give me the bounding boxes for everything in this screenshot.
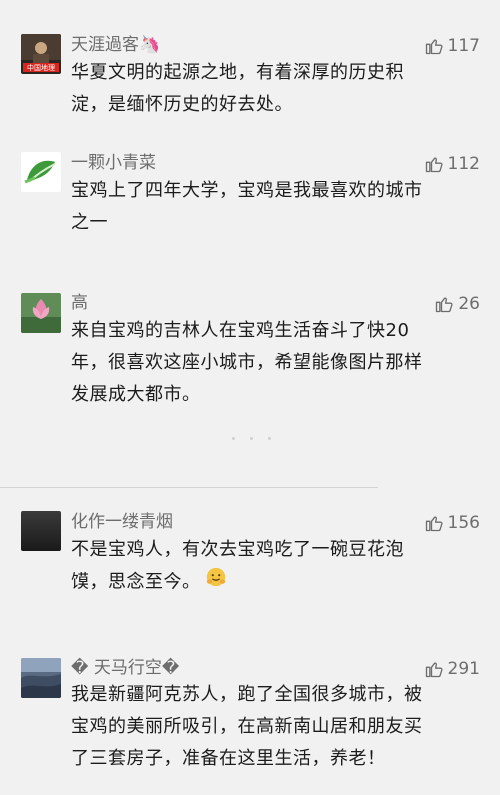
hugging-face-emoji <box>205 566 227 599</box>
comment-text: 来自宝鸡的吉林人在宝鸡生活奋斗了快20 年，很喜欢这座小城市，希望能像图片那样 … <box>71 315 478 411</box>
like-count: 26 <box>458 294 480 314</box>
like-button[interactable]: 291 <box>424 659 480 679</box>
comment-line: 宝鸡的美丽所吸引，在高新南山居和朋友买 <box>71 716 423 737</box>
avatar[interactable] <box>21 293 61 333</box>
comment-line: 年，很喜欢这座小城市，希望能像图片那样 <box>71 352 423 373</box>
separator-dots <box>0 437 500 441</box>
thumbs-up-icon <box>424 154 444 174</box>
thumbs-up-icon <box>434 294 454 314</box>
avatar[interactable] <box>21 152 61 192</box>
comment-text: 华夏文明的起源之地，有着深厚的历史积 淀，是缅怀历史的好去处。 <box>71 57 478 121</box>
comment-line: 发展成大都市。 <box>71 384 201 405</box>
like-count: 291 <box>447 659 480 679</box>
thumbs-up-icon <box>424 513 444 533</box>
comment-text: 我是新疆阿克苏人，跑了全国很多城市，被 宝鸡的美丽所吸引，在高新南山居和朋友买 … <box>71 679 478 775</box>
comment-line: 来自宝鸡的吉林人在宝鸡生活奋斗了快20 <box>71 320 410 341</box>
nickname[interactable]: � 天马行空� <box>71 658 179 678</box>
thumbs-up-icon <box>424 659 444 679</box>
nickname[interactable]: 高 <box>71 293 88 313</box>
comment-line: 不是宝鸡人，有次去宝鸡吃了一碗豆花泡 <box>71 539 404 560</box>
divider <box>0 487 378 488</box>
comment-line: 我是新疆阿克苏人，跑了全国很多城市，被 <box>71 684 423 705</box>
like-count: 117 <box>447 36 480 56</box>
like-count: 112 <box>447 154 480 174</box>
comment-line: 了三套房子，准备在这里生活，养老！ <box>71 748 386 769</box>
like-button[interactable]: 156 <box>424 513 480 533</box>
avatar-badge: 中国地理 <box>27 63 55 72</box>
comment-line: 淀，是缅怀历史的好去处。 <box>71 94 293 115</box>
like-button[interactable]: 26 <box>434 294 480 314</box>
avatar[interactable] <box>21 511 61 551</box>
comment-line: 华夏文明的起源之地，有着深厚的历史积 <box>71 62 404 83</box>
comment-line: 馍，思念至今。 <box>71 566 478 599</box>
comment-line: 之一 <box>71 212 108 233</box>
like-button[interactable]: 112 <box>424 154 480 174</box>
avatar[interactable]: 中国地理 <box>21 34 61 74</box>
like-count: 156 <box>447 513 480 533</box>
nickname[interactable]: 化作一缕青烟 <box>71 512 173 532</box>
comment-line: 宝鸡上了四年大学，宝鸡是我最喜欢的城市 <box>71 180 423 201</box>
comment-text: 宝鸡上了四年大学，宝鸡是我最喜欢的城市 之一 <box>71 175 478 239</box>
nickname[interactable]: 天涯過客🦄 <box>71 35 160 55</box>
comment-text: 不是宝鸡人，有次去宝鸡吃了一碗豆花泡 馍，思念至今。 <box>71 534 478 599</box>
nickname[interactable]: 一颗小青菜 <box>71 153 156 173</box>
avatar[interactable] <box>21 658 61 698</box>
like-button[interactable]: 117 <box>424 36 480 56</box>
thumbs-up-icon <box>424 36 444 56</box>
